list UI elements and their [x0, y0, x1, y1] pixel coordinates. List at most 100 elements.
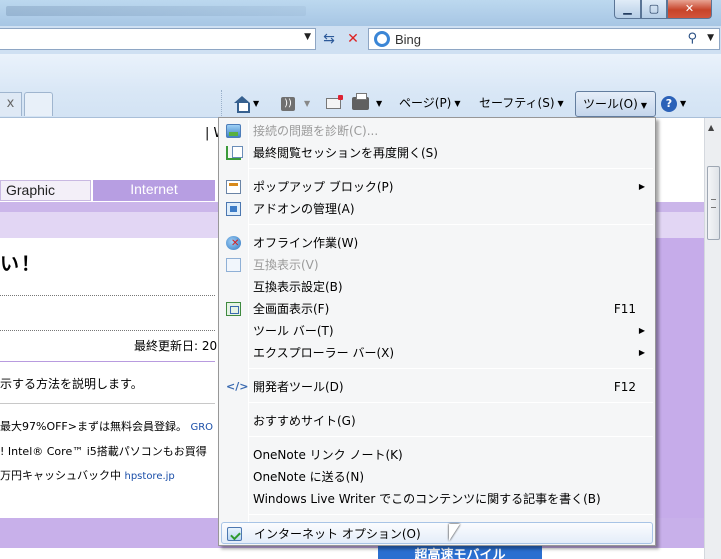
- offline-icon: [226, 236, 241, 250]
- chevron-down-icon: ▼: [454, 98, 461, 108]
- mail-icon: [326, 95, 343, 109]
- menu-item-diagnose[interactable]: 接続の問題を診断(C)...: [221, 120, 653, 142]
- menu-item-popup-blocker[interactable]: ポップアップ ブロック(P) ▶: [221, 176, 653, 198]
- command-bar: x ▼ )) ▼ ▼ ページ(P) ▼ セーフティ(S) ▼ ツール(O) ▼ ? ▼: [0, 54, 721, 118]
- right-sidebar: [655, 238, 704, 528]
- ad-line: 最大97%OFF>まずは無料会員登録。 GRO: [0, 418, 213, 434]
- vertical-scrollbar[interactable]: ▲: [704, 118, 721, 559]
- print-icon: [352, 93, 369, 110]
- divider: [0, 403, 215, 404]
- menu-item-developer-tools[interactable]: </> 開発者ツール(D) F12: [221, 376, 653, 398]
- menu-item-full-screen[interactable]: 全画面表示(F) F11: [221, 298, 653, 320]
- shortcut-text: F11: [613, 302, 636, 316]
- ad-line: 万円キャッシュバック中 hpstore.jp: [0, 467, 175, 483]
- close-window-button[interactable]: ✕: [667, 0, 712, 19]
- ad-text[interactable]: ! Intel® Core™ i5搭載パソコンもお買得: [0, 445, 207, 458]
- menu-item-compatibility-settings[interactable]: 互換表示設定(B): [221, 276, 653, 298]
- menu-item-suggested-sites[interactable]: おすすめサイト(G): [221, 410, 653, 432]
- chevron-down-icon: ▼: [557, 98, 564, 108]
- feed-icon: )): [281, 96, 295, 111]
- developer-tools-icon: </>: [226, 380, 249, 393]
- chevron-down-icon: ▼: [680, 98, 687, 108]
- menu-item-toolbars[interactable]: ツール バー(T) ▶: [221, 320, 653, 342]
- menu-item-reopen-session[interactable]: 最終閲覧セッションを再度開く(S): [221, 142, 653, 164]
- chevron-down-icon: ▼: [640, 101, 647, 110]
- nav-tab-graphic[interactable]: Graphic: [0, 180, 91, 201]
- menu-item-send-to-onenote[interactable]: OneNote に送る(N): [221, 466, 653, 488]
- ad-banner[interactable]: 超高速モバイル: [378, 545, 542, 559]
- help-icon: ?: [661, 95, 677, 112]
- tab-close-button[interactable]: x: [0, 92, 22, 116]
- menu-item-live-writer[interactable]: Windows Live Writer でこのコンテンツに関する記事を書く(B): [221, 488, 653, 510]
- menu-item-manage-addons[interactable]: アドオンの管理(A): [221, 198, 653, 220]
- nav-tab-internet[interactable]: Internet: [93, 180, 215, 201]
- menu-item-explorer-bars[interactable]: エクスプローラー バー(X) ▶: [221, 342, 653, 364]
- scroll-up-icon[interactable]: ▲: [708, 123, 714, 132]
- search-dropdown-icon[interactable]: ▼: [707, 33, 714, 43]
- address-dropdown-icon[interactable]: ▼: [304, 32, 311, 42]
- tools-menu-label: ツール(O): [583, 97, 638, 111]
- tools-dropdown-menu: 接続の問題を診断(C)... 最終閲覧セッションを再度開く(S) ポップアップ …: [218, 117, 656, 546]
- submenu-arrow-icon: ▶: [638, 326, 645, 335]
- chevron-down-icon: ▼: [376, 98, 383, 108]
- maximize-button[interactable]: ▢: [641, 0, 667, 19]
- menu-item-internet-options[interactable]: インターネット オプション(O): [221, 522, 653, 544]
- bing-icon: [374, 31, 390, 47]
- last-updated-text: 最終更新日: 20: [134, 339, 218, 353]
- compatibility-icon: [226, 258, 241, 272]
- divider: [0, 330, 215, 331]
- article-description: 示する方法を説明します。: [0, 377, 143, 391]
- menu-separator: [249, 402, 653, 403]
- search-box[interactable]: ⚲ ▼: [368, 28, 720, 50]
- window-title: [6, 6, 306, 16]
- ad-line: ! Intel® Core™ i5搭載パソコンもお買得: [0, 443, 207, 459]
- menu-separator: [249, 436, 653, 437]
- page-menu-button[interactable]: ページ(P) ▼: [399, 92, 461, 116]
- address-input[interactable]: ▼: [0, 28, 316, 50]
- stop-button[interactable]: ✕: [342, 29, 364, 49]
- menu-separator: [249, 514, 653, 515]
- shortcut-text: F12: [613, 380, 636, 394]
- safety-menu-button[interactable]: セーフティ(S) ▼: [479, 92, 564, 116]
- ad-text: 最大97%OFF>まずは無料会員登録。: [0, 420, 187, 433]
- feeds-button[interactable]: )) ▼: [281, 92, 310, 116]
- ad-link[interactable]: hpstore.jp: [125, 471, 175, 482]
- page-menu-label: ページ(P): [399, 96, 452, 110]
- chevron-down-icon: ▼: [253, 98, 260, 108]
- command-bar-separator: [221, 90, 223, 116]
- home-button[interactable]: ▼: [233, 92, 259, 116]
- refresh-button[interactable]: ⇆: [318, 29, 340, 49]
- search-icon[interactable]: ⚲: [687, 31, 697, 46]
- home-icon: [233, 95, 250, 113]
- title-bar: ▁ ▢ ✕: [0, 0, 721, 26]
- fullscreen-icon: [226, 302, 241, 316]
- divider: [0, 295, 215, 296]
- menu-separator: [249, 368, 653, 369]
- read-mail-button[interactable]: [326, 92, 343, 116]
- safety-menu-label: セーフティ(S): [479, 96, 555, 110]
- menu-separator: [249, 224, 653, 225]
- scrollbar-thumb[interactable]: [707, 166, 720, 240]
- diagnose-icon: [226, 124, 241, 138]
- ad-link[interactable]: GRO: [190, 422, 213, 433]
- submenu-arrow-icon: ▶: [638, 182, 645, 191]
- article-heading: い！: [0, 253, 43, 275]
- address-bar-row: ▼ ⇆ ✕ ⚲ ▼: [0, 26, 721, 54]
- addons-icon: [226, 202, 241, 216]
- minimize-button[interactable]: ▁: [614, 0, 641, 19]
- menu-separator: [249, 168, 653, 169]
- popup-blocker-icon: [226, 180, 241, 194]
- help-button[interactable]: ? ▼: [661, 92, 686, 116]
- menu-item-onenote-linked-notes[interactable]: OneNote リンク ノート(K): [221, 444, 653, 466]
- search-input[interactable]: [395, 30, 675, 48]
- ad-text: 万円キャッシュバック中: [0, 469, 125, 482]
- menu-item-work-offline[interactable]: オフライン作業(W): [221, 232, 653, 254]
- reopen-session-icon: [226, 146, 243, 160]
- tools-menu-button[interactable]: ツール(O) ▼: [575, 91, 656, 117]
- chevron-down-icon: ▼: [304, 98, 311, 108]
- menu-item-compatibility-view[interactable]: 互換表示(V): [221, 254, 653, 276]
- new-tab-button[interactable]: [24, 92, 53, 116]
- print-button[interactable]: ▼: [352, 92, 382, 116]
- internet-options-icon: [227, 527, 242, 541]
- divider: [0, 361, 215, 362]
